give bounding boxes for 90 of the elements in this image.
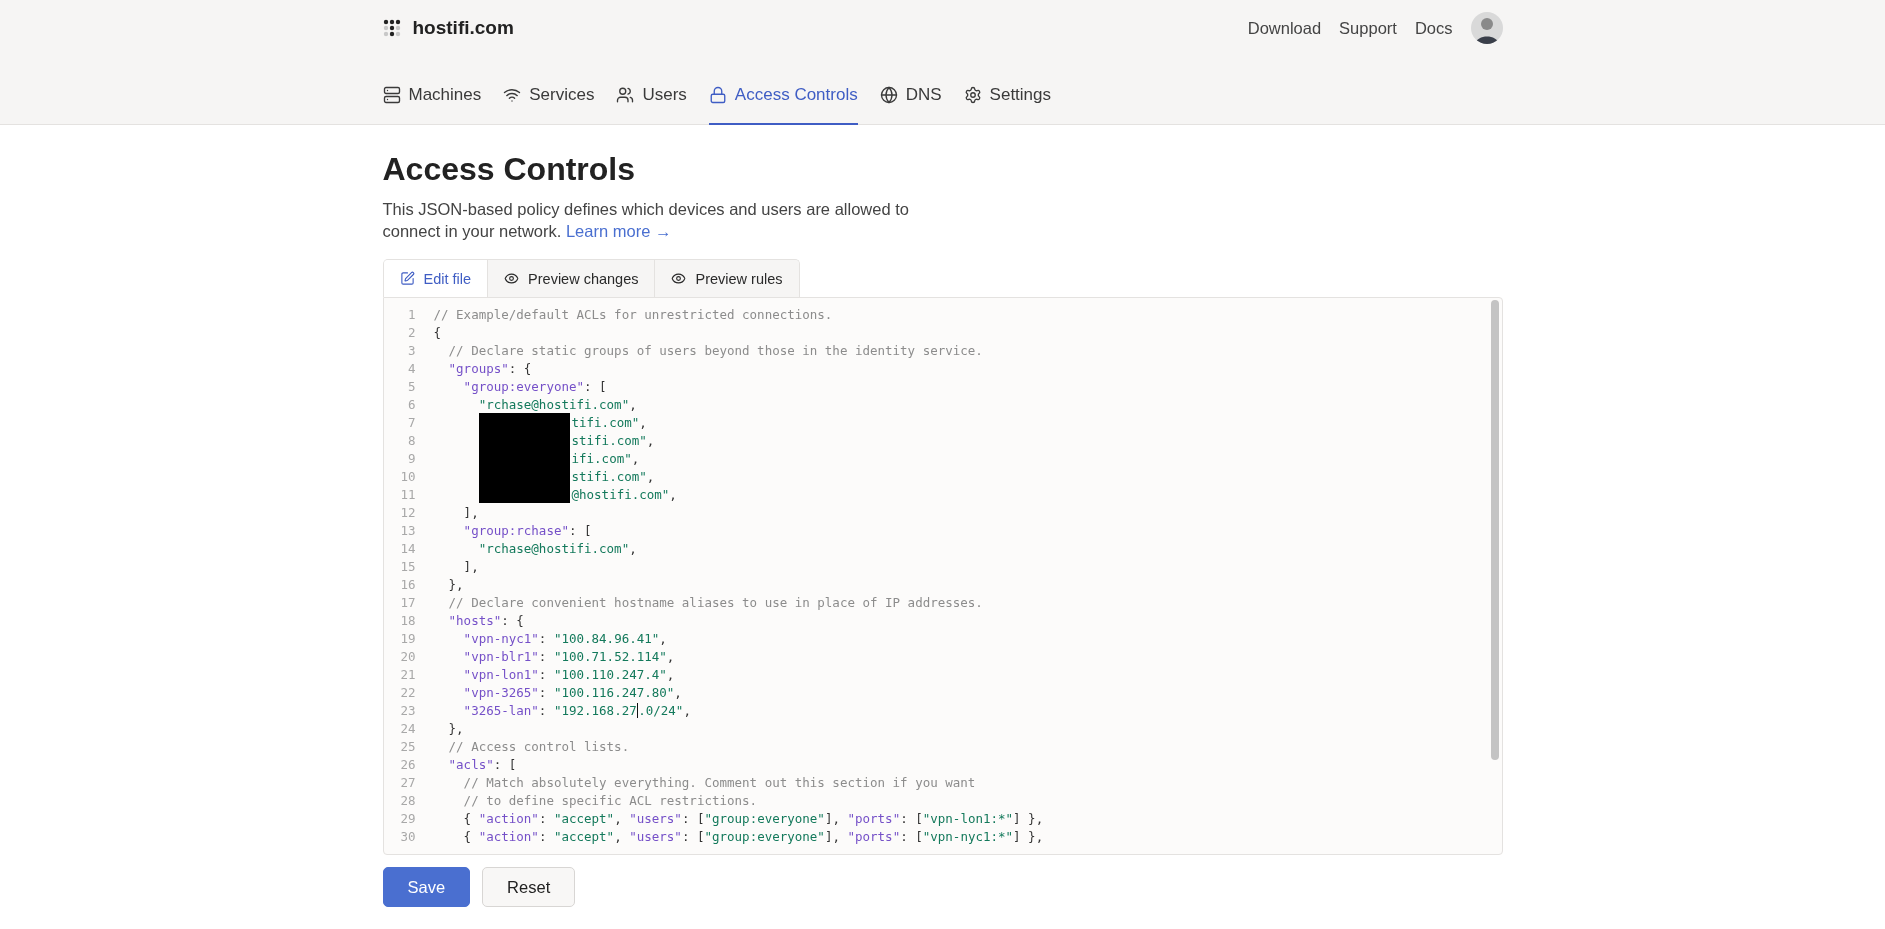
line-number: 5 xyxy=(406,378,416,394)
code-line: // Declare static groups of users beyond those in the identity service. xyxy=(447,341,983,359)
line-number: 10 xyxy=(399,468,416,484)
code-line: // Match absolutely everything. Comment out this section if you want xyxy=(462,773,976,791)
code-line: { "action": "accept", "users": ["group:everyone"], "ports": ["vpn-nyc1:*"] }, xyxy=(462,827,1044,845)
code-line: // to define specific ACL restrictions. xyxy=(462,791,758,809)
nav-tab[interactable]: Settings xyxy=(963,68,1052,125)
line-number: 12 xyxy=(399,504,416,520)
editor-tab[interactable]: Preview rules xyxy=(654,260,799,297)
code-line: "group:everyone": [ xyxy=(462,377,607,395)
avatar[interactable] xyxy=(1470,12,1503,44)
code-line: "vpn-3265": "100.116.247.80", xyxy=(462,683,682,701)
line-number: 22 xyxy=(399,684,416,700)
line-number: 26 xyxy=(399,756,416,772)
code-line: "vpn-nyc1": "100.84.96.41", xyxy=(462,629,667,647)
line-number: 3 xyxy=(406,342,416,358)
header-link[interactable]: Download xyxy=(1247,18,1322,38)
line-number: 27 xyxy=(399,774,416,790)
reset-button[interactable]: Reset xyxy=(482,867,576,907)
users-icon xyxy=(616,85,635,104)
page-description: This JSON-based policy defines which devices and users are allowed to connect in your network. Learn more → xyxy=(382,199,910,242)
code-line: // Access control lists. xyxy=(447,737,630,755)
save-button[interactable]: Save xyxy=(382,867,471,907)
code-line: // Declare convenient hostname aliases to use in place of IP addresses. xyxy=(447,593,983,611)
code-line: // Example/default ACLs for unrestricted connections. xyxy=(433,305,833,323)
line-number: 8 xyxy=(406,432,416,448)
code-line: { "action": "accept", "users": ["group:everyone"], "ports": ["vpn-lon1:*"] }, xyxy=(462,809,1044,827)
code-line: ], xyxy=(462,503,479,521)
code-line: "3265-lan": "192.168.27.0/24", xyxy=(462,701,691,719)
code-line: "vpn-blr1": "100.71.52.114", xyxy=(462,647,675,665)
line-number: 13 xyxy=(399,522,416,538)
line-number: 28 xyxy=(399,792,416,808)
code-line: "rchase@hostifi.com", xyxy=(477,539,637,557)
nav-tab[interactable]: Services xyxy=(503,68,595,125)
line-number: 21 xyxy=(399,666,416,682)
line-number: 6 xyxy=(406,396,416,412)
nav-tab[interactable]: Users xyxy=(616,68,687,125)
server-icon xyxy=(382,85,401,104)
code-line: ], xyxy=(462,557,479,575)
line-number: 23 xyxy=(399,702,416,718)
code-line: stifi.com", xyxy=(571,431,655,449)
code-line: { xyxy=(433,323,442,341)
header-link[interactable]: Support xyxy=(1339,18,1397,38)
pencil-square-icon xyxy=(399,271,415,286)
line-number: 14 xyxy=(399,540,416,556)
nav-tab[interactable]: Access Controls xyxy=(708,68,858,125)
lock-icon xyxy=(708,85,727,104)
code-line: stifi.com", xyxy=(571,467,655,485)
learn-more-link[interactable]: Learn more → xyxy=(565,222,672,240)
line-number: 9 xyxy=(406,450,416,466)
header-link[interactable]: Docs xyxy=(1414,18,1453,38)
code-line: "vpn-lon1": "100.110.247.4", xyxy=(462,665,675,683)
code-line: "group:rchase": [ xyxy=(462,521,592,539)
code-line: @hostifi.com", xyxy=(571,485,677,503)
nav-tab[interactable]: Machines xyxy=(382,68,482,125)
code-line: }, xyxy=(447,719,464,737)
line-number: 15 xyxy=(399,558,416,574)
line-number: 29 xyxy=(399,810,416,826)
code-line: tifi.com", xyxy=(571,413,647,431)
eye-icon xyxy=(504,271,520,286)
code-line: ifi.com", xyxy=(571,449,640,467)
code-editor[interactable] xyxy=(382,297,1503,855)
globe-icon xyxy=(879,85,898,104)
logo-icon xyxy=(382,19,401,37)
line-number: 30 xyxy=(399,828,416,844)
settings-icon xyxy=(963,85,982,104)
eye-icon xyxy=(671,271,687,286)
line-number: 4 xyxy=(406,360,416,376)
line-number: 19 xyxy=(399,630,416,646)
line-number: 17 xyxy=(399,594,416,610)
code-line: "hosts": { xyxy=(447,611,524,629)
nav-tab[interactable]: DNS xyxy=(879,68,942,125)
code-line: }, xyxy=(447,575,464,593)
line-number: 2 xyxy=(406,324,416,340)
scrollbar[interactable] xyxy=(1489,300,1500,760)
line-number: 7 xyxy=(406,414,416,430)
line-number: 11 xyxy=(399,486,416,502)
code-line: "acls": [ xyxy=(447,755,517,773)
line-number: 25 xyxy=(399,738,416,754)
line-number: 16 xyxy=(399,576,416,592)
line-number: 1 xyxy=(406,306,416,322)
code-line: "rchase@hostifi.com", xyxy=(477,395,637,413)
text-cursor xyxy=(636,702,639,718)
editor-tab[interactable]: Edit file xyxy=(383,260,488,297)
line-number: 18 xyxy=(399,612,416,628)
line-number: 20 xyxy=(399,648,416,664)
brand-name[interactable]: hostifi.com xyxy=(412,17,514,39)
page-title: Access Controls xyxy=(382,151,637,188)
code-line: "groups": { xyxy=(447,359,532,377)
line-number: 24 xyxy=(399,720,416,736)
